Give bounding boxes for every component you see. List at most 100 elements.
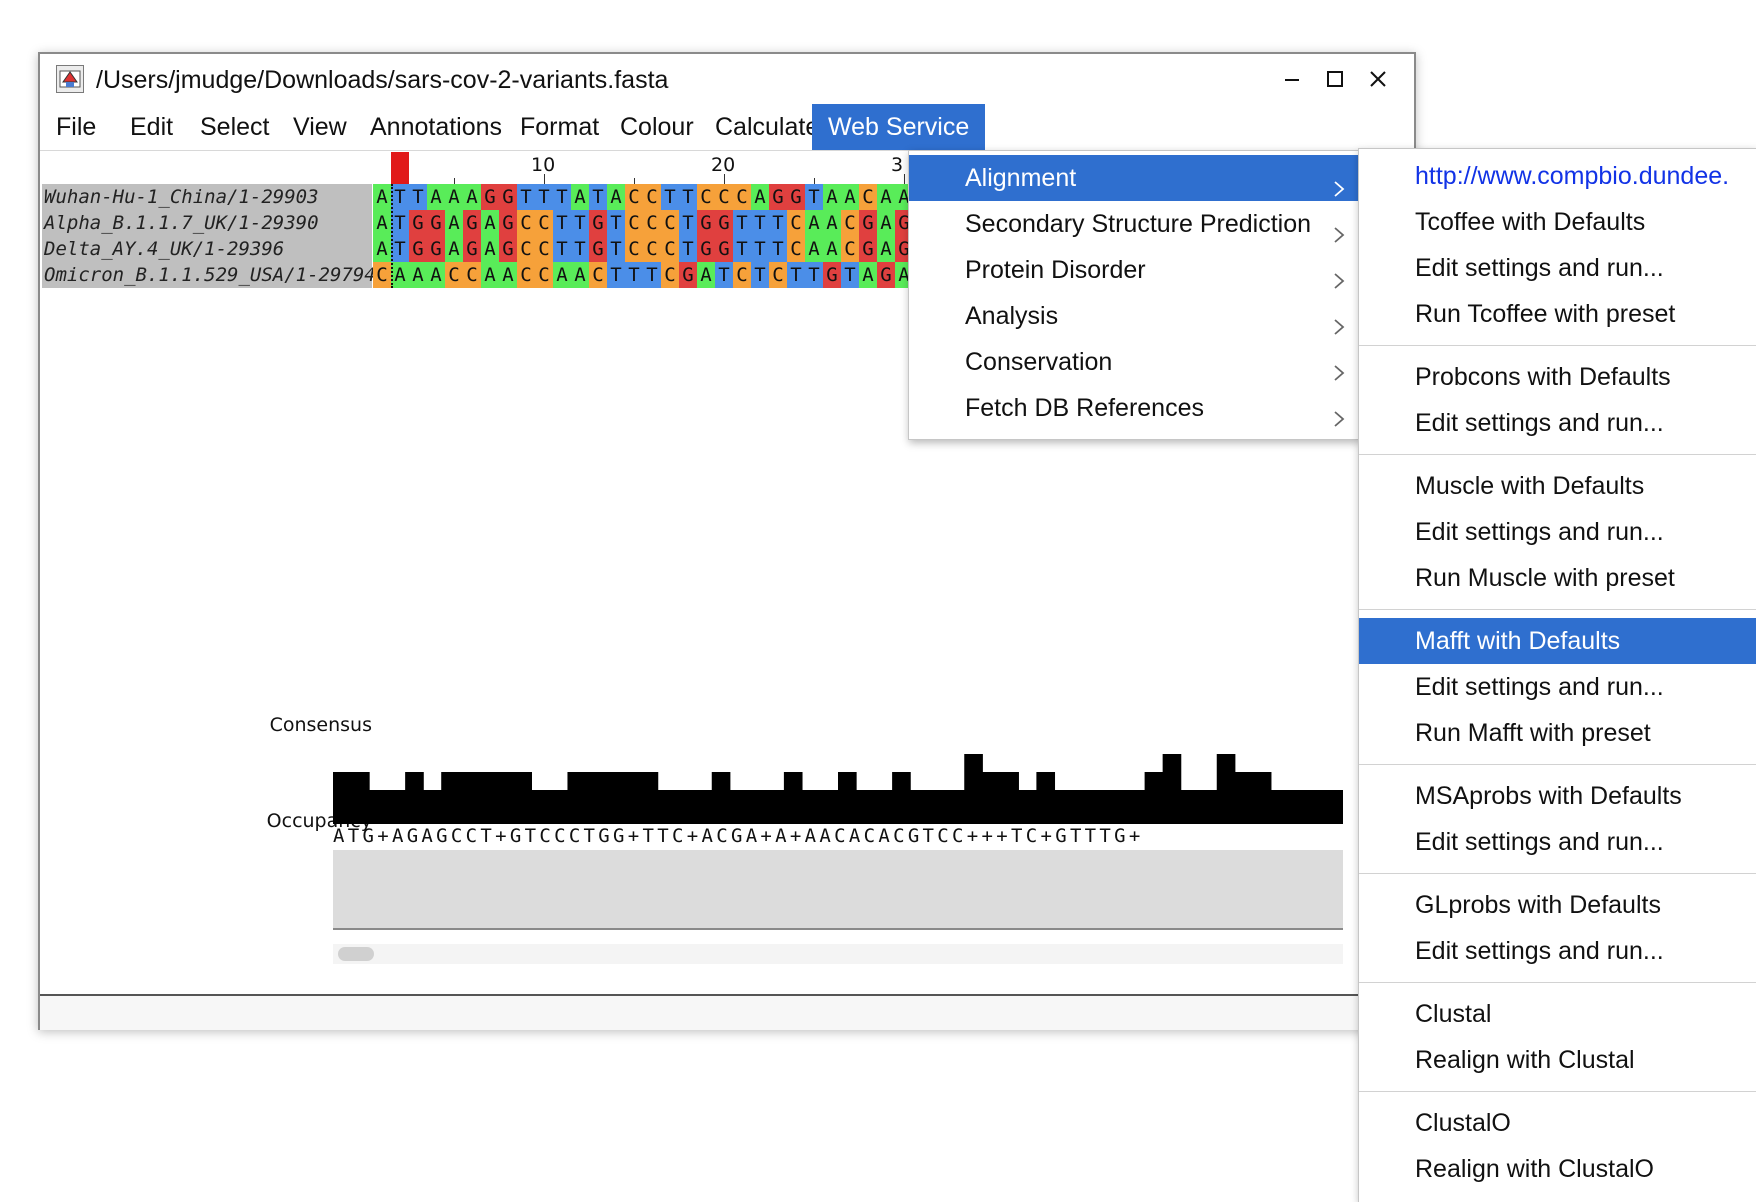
base-cell[interactable]: A [823, 236, 841, 262]
base-cell[interactable]: C [643, 210, 661, 236]
base-cell[interactable]: A [877, 236, 895, 262]
base-cell[interactable]: A [751, 184, 769, 210]
base-cell[interactable]: A [877, 210, 895, 236]
alignment-service-item[interactable]: Edit settings and run... [1359, 664, 1756, 710]
close-icon[interactable] [1362, 64, 1394, 94]
web-service-item-fetch-db-references[interactable]: Fetch DB References [909, 385, 1359, 431]
base-cell[interactable]: A [409, 262, 427, 288]
alignment-service-item[interactable]: Edit settings and run... [1359, 400, 1756, 446]
base-cell[interactable]: A [859, 262, 877, 288]
horizontal-scrollbar-thumb[interactable] [338, 947, 374, 961]
sequence-name[interactable]: Wuhan-Hu-1_China/1-29903 [42, 184, 372, 210]
base-cell[interactable]: T [607, 262, 625, 288]
alignment-service-item[interactable]: Edit settings and run... [1359, 928, 1756, 974]
sequence-row[interactable]: CAAACCAACCAACTTTCGATCTCTTGTAGA [373, 262, 918, 288]
sequence-name[interactable]: Delta_AY.4_UK/1-29396 [42, 236, 372, 262]
service-url-link[interactable]: http://www.compbio.dundee. [1359, 153, 1756, 199]
base-cell[interactable]: C [643, 184, 661, 210]
base-cell[interactable]: G [859, 210, 877, 236]
base-cell[interactable]: C [697, 184, 715, 210]
base-cell[interactable]: G [499, 184, 517, 210]
base-cell[interactable]: G [697, 210, 715, 236]
base-cell[interactable]: T [571, 210, 589, 236]
alignment-service-item[interactable]: Realign with Clustal [1359, 1037, 1756, 1083]
base-cell[interactable]: T [589, 184, 607, 210]
menu-edit[interactable]: Edit [114, 104, 189, 150]
minimize-icon[interactable] [1276, 64, 1308, 94]
base-cell[interactable]: G [589, 236, 607, 262]
menu-select[interactable]: Select [184, 104, 285, 150]
web-service-item-alignment[interactable]: Alignment [909, 155, 1359, 201]
base-cell[interactable]: A [571, 184, 589, 210]
sequence-row[interactable]: ATGGAGAGCCTTGTCCCTGGTTTCAACGAG [373, 236, 918, 262]
menu-format[interactable]: Format [504, 104, 615, 150]
base-cell[interactable]: G [769, 184, 787, 210]
base-cell[interactable]: A [481, 236, 499, 262]
base-cell[interactable]: A [427, 262, 445, 288]
base-cell[interactable]: G [499, 236, 517, 262]
base-cell[interactable]: A [877, 184, 895, 210]
alignment-service-item[interactable]: Muscle with Defaults [1359, 463, 1756, 509]
sequence-row[interactable]: ATGGAGAGCCTTGTCCCTGGTTTCAACGAG [373, 210, 918, 236]
base-cell[interactable]: C [517, 262, 535, 288]
base-cell[interactable]: A [391, 262, 409, 288]
base-cell[interactable]: T [571, 236, 589, 262]
base-cell[interactable]: C [589, 262, 607, 288]
menu-web-service[interactable]: Web Service [812, 104, 986, 150]
base-cell[interactable]: G [409, 236, 427, 262]
maximize-icon[interactable] [1319, 64, 1351, 94]
base-cell[interactable]: C [661, 236, 679, 262]
base-cell[interactable]: C [535, 236, 553, 262]
alignment-service-item[interactable]: GLprobs with Defaults [1359, 882, 1756, 928]
base-cell[interactable]: C [715, 184, 733, 210]
base-cell[interactable]: T [607, 210, 625, 236]
base-cell[interactable]: A [481, 210, 499, 236]
base-cell[interactable]: C [625, 184, 643, 210]
base-cell[interactable]: T [751, 236, 769, 262]
web-service-item-protein-disorder[interactable]: Protein Disorder [909, 247, 1359, 293]
base-cell[interactable]: T [679, 184, 697, 210]
base-cell[interactable]: T [535, 184, 553, 210]
base-cell[interactable]: G [481, 184, 499, 210]
base-cell[interactable]: T [769, 236, 787, 262]
base-cell[interactable]: T [625, 262, 643, 288]
alignment-service-item[interactable]: Edit settings and run... [1359, 509, 1756, 555]
menu-view[interactable]: View [277, 104, 363, 150]
base-cell[interactable]: A [445, 184, 463, 210]
alignment-service-item[interactable]: Edit settings and run... [1359, 245, 1756, 291]
base-cell[interactable]: T [841, 262, 859, 288]
base-cell[interactable]: T [643, 262, 661, 288]
base-cell[interactable]: T [391, 210, 409, 236]
base-cell[interactable]: T [391, 236, 409, 262]
base-cell[interactable]: C [625, 210, 643, 236]
base-cell[interactable]: G [697, 236, 715, 262]
base-cell[interactable]: C [769, 262, 787, 288]
base-cell[interactable]: A [427, 184, 445, 210]
base-cell[interactable]: T [805, 184, 823, 210]
base-cell[interactable]: G [463, 210, 481, 236]
base-cell[interactable]: T [751, 262, 769, 288]
base-cell[interactable]: C [841, 236, 859, 262]
base-cell[interactable]: C [517, 210, 535, 236]
base-cell[interactable]: A [445, 236, 463, 262]
title-bar[interactable]: /Users/jmudge/Downloads/sars-cov-2-varia… [40, 54, 1414, 104]
base-cell[interactable]: A [805, 236, 823, 262]
base-cell[interactable]: G [427, 236, 445, 262]
alignment-service-item[interactable]: MSAprobs with Defaults [1359, 773, 1756, 819]
base-cell[interactable]: C [661, 262, 679, 288]
base-cell[interactable]: G [859, 236, 877, 262]
base-cell[interactable]: G [499, 210, 517, 236]
alignment-service-item[interactable]: Tcoffee with Defaults [1359, 199, 1756, 245]
base-cell[interactable]: C [535, 262, 553, 288]
base-cell[interactable]: A [373, 236, 391, 262]
base-cell[interactable]: A [841, 184, 859, 210]
web-service-item-conservation[interactable]: Conservation [909, 339, 1359, 385]
base-cell[interactable]: G [589, 210, 607, 236]
base-cell[interactable]: C [535, 210, 553, 236]
alignment-service-item[interactable]: Run Muscle with preset [1359, 555, 1756, 601]
base-cell[interactable]: T [607, 236, 625, 262]
base-cell[interactable]: T [733, 210, 751, 236]
base-cell[interactable]: A [481, 262, 499, 288]
base-cell[interactable]: C [859, 184, 877, 210]
alignment-service-item[interactable]: Run Mafft with preset [1359, 710, 1756, 756]
